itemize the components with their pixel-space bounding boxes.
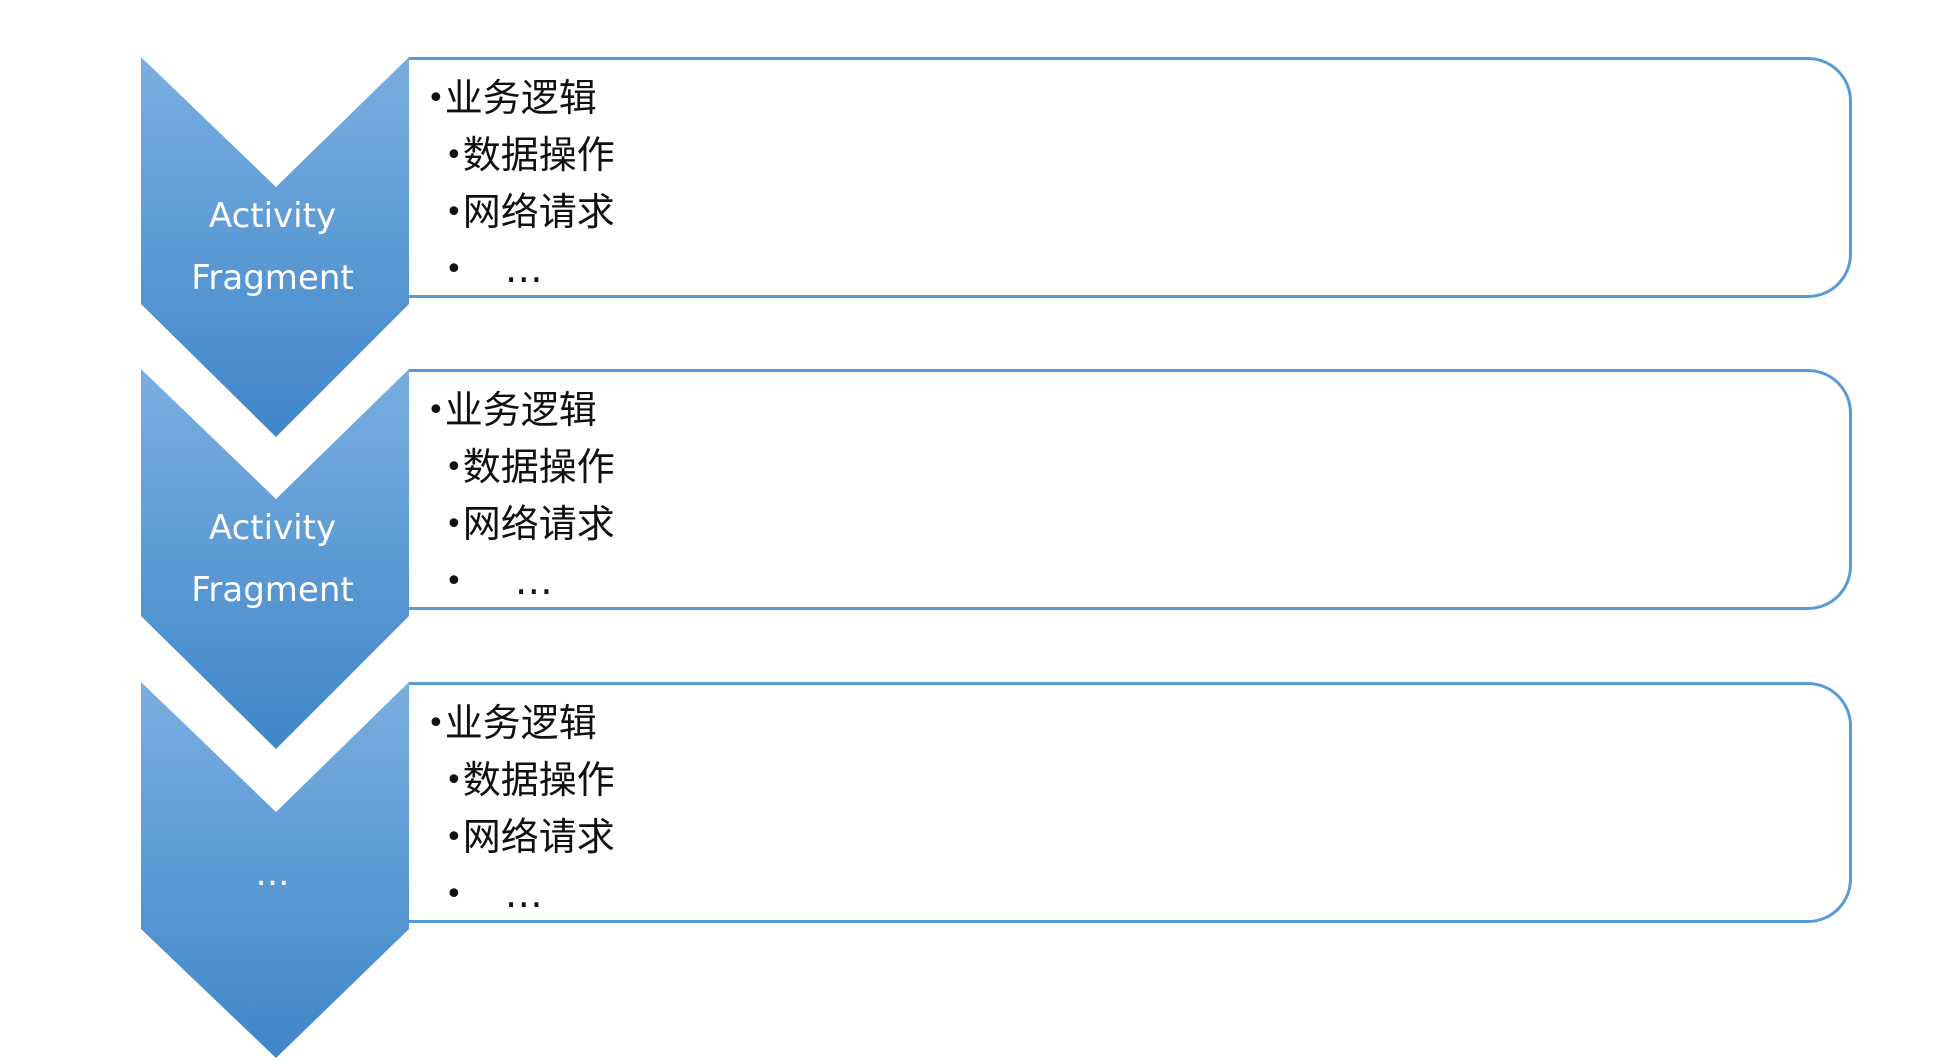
stage-2-item-2: •数据操作 bbox=[445, 439, 615, 496]
stage-1-label-line-1: Activity bbox=[208, 196, 337, 236]
bullet: • bbox=[445, 507, 463, 542]
bullet: • bbox=[427, 706, 445, 741]
stage-2-item-4: •… bbox=[445, 553, 553, 610]
item-text: 网络请求 bbox=[462, 502, 615, 546]
stage-2-label: Activity Fragment bbox=[140, 497, 405, 621]
stage-2-label-line-2: Fragment bbox=[191, 570, 354, 610]
item-text: 业务逻辑 bbox=[444, 388, 597, 432]
stage-1-label: Activity Fragment bbox=[140, 185, 405, 309]
stage-1-item-1: •业务逻辑 bbox=[427, 70, 597, 127]
stage-1-label-line-2: Fragment bbox=[191, 258, 354, 298]
item-text: 数据操作 bbox=[462, 445, 615, 489]
bullet: • bbox=[445, 195, 463, 230]
stage-3-content-box: •业务逻辑 •数据操作 •网络请求 •… bbox=[409, 682, 1852, 923]
stage-1-item-2: •数据操作 bbox=[445, 127, 615, 184]
stage-3-item-2: •数据操作 bbox=[445, 752, 615, 809]
bullet: • bbox=[427, 393, 445, 428]
process-diagram: Activity Fragment •业务逻辑 •数据操作 •网络请求 •… A… bbox=[0, 0, 1944, 1064]
stage-2-label-line-1: Activity bbox=[208, 508, 337, 548]
stage-1-item-3: •网络请求 bbox=[445, 184, 615, 241]
bullet: • bbox=[445, 763, 463, 798]
bullet: • bbox=[445, 138, 463, 173]
stage-3-item-3: •网络请求 bbox=[445, 809, 615, 866]
item-text: … bbox=[504, 247, 543, 291]
bullet: • bbox=[445, 564, 463, 599]
bullet: • bbox=[427, 81, 445, 116]
bullet: • bbox=[445, 450, 463, 485]
item-text: 业务逻辑 bbox=[444, 76, 597, 120]
stage-3-item-4: •… bbox=[445, 866, 543, 923]
item-text: 业务逻辑 bbox=[444, 701, 597, 745]
item-text: 网络请求 bbox=[462, 190, 615, 234]
bullet: • bbox=[445, 820, 463, 855]
stage-1-item-4: •… bbox=[445, 241, 543, 298]
stage-2-content-box: •业务逻辑 •数据操作 •网络请求 •… bbox=[409, 369, 1852, 610]
stage-3-item-1: •业务逻辑 bbox=[427, 695, 597, 752]
stage-3-label: … bbox=[140, 843, 405, 905]
stage-1-content-box: •业务逻辑 •数据操作 •网络请求 •… bbox=[409, 57, 1852, 298]
item-text: … bbox=[504, 872, 543, 916]
item-text: 数据操作 bbox=[462, 133, 615, 177]
item-text: … bbox=[514, 559, 553, 603]
bullet: • bbox=[445, 877, 463, 912]
item-text: 数据操作 bbox=[462, 758, 615, 802]
bullet: • bbox=[445, 252, 463, 287]
stage-2-item-3: •网络请求 bbox=[445, 496, 615, 553]
stage-2-item-1: •业务逻辑 bbox=[427, 382, 597, 439]
item-text: 网络请求 bbox=[462, 815, 615, 859]
stage-3-label-line-1: … bbox=[255, 854, 290, 894]
